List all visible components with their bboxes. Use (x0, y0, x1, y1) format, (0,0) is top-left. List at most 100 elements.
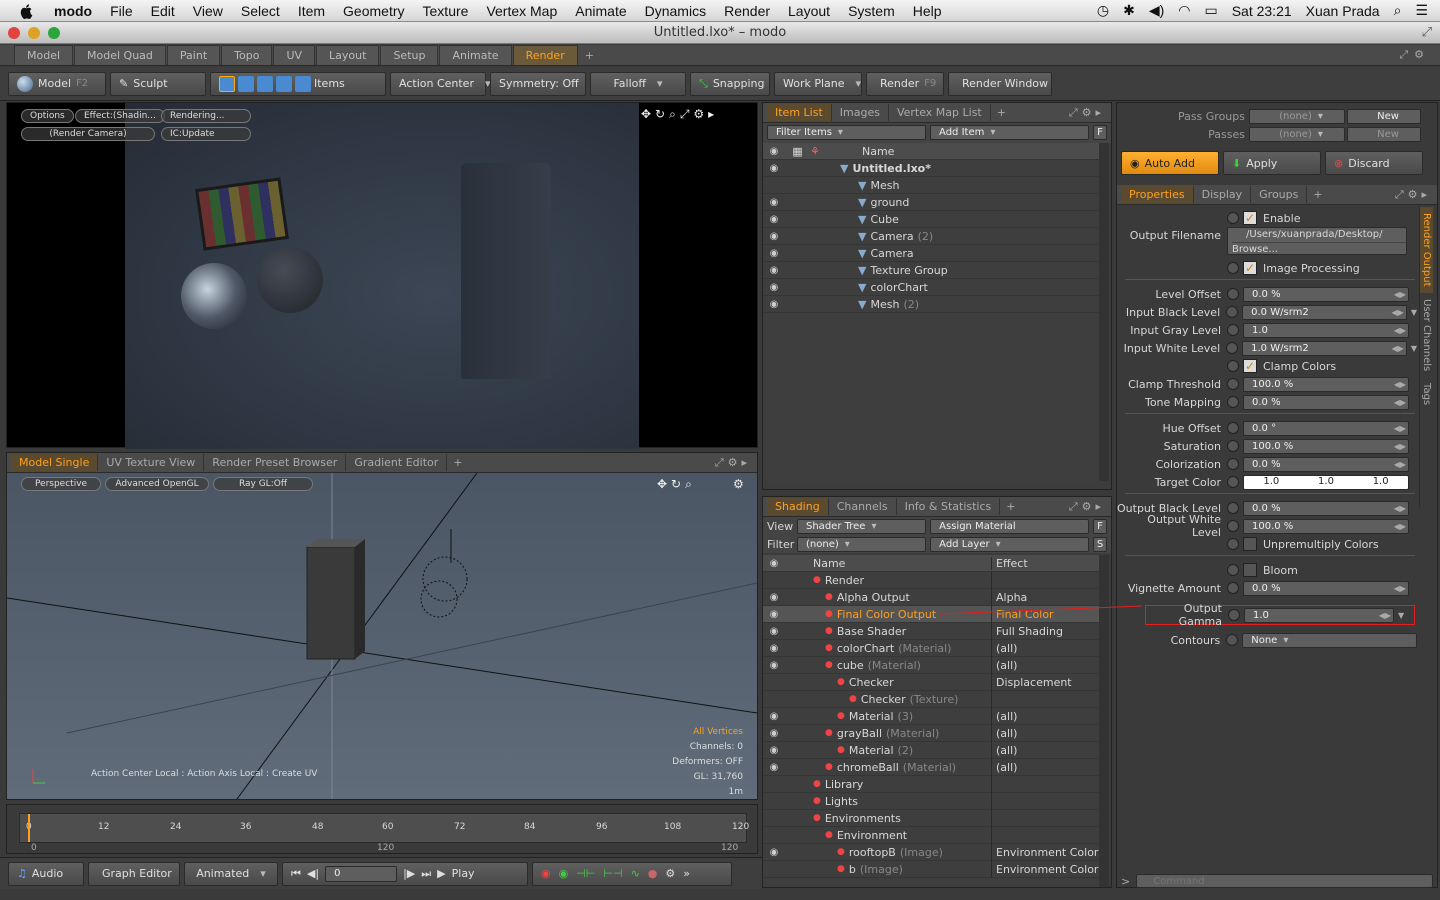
property-field[interactable]: 0.0 % ◀▶ (1243, 500, 1409, 516)
props-options-icon[interactable]: ⤢⚙▸ (1395, 188, 1431, 202)
apply-button[interactable]: ⬇ Apply (1223, 151, 1321, 175)
record-icon[interactable]: ● (648, 867, 658, 880)
property-radio[interactable] (1226, 306, 1239, 318)
add-layer-dropdown[interactable]: Add Layer (930, 536, 1090, 552)
spotlight-icon[interactable]: ⌕ (1394, 2, 1402, 19)
menu-edit[interactable]: Edit (142, 3, 184, 19)
shading-options-icon[interactable]: ⤢⚙▸ (1069, 500, 1105, 514)
clamp-colors-radio[interactable] (1227, 360, 1239, 372)
key-filter-icon[interactable]: ⊢⊣ (603, 867, 622, 880)
visibility-toggle-icon[interactable]: ◉ (763, 197, 785, 208)
battery-icon[interactable]: ▭ (1204, 2, 1217, 19)
visibility-toggle-icon[interactable]: ◉ (763, 214, 785, 225)
shader-scrollbar[interactable] (1099, 555, 1109, 887)
image-processing-checkbox[interactable]: ✓ (1243, 261, 1257, 275)
property-radio[interactable] (1227, 458, 1239, 470)
new-pass-button[interactable]: New (1347, 126, 1421, 142)
contours-radio[interactable] (1226, 634, 1239, 646)
target-color-swatch[interactable]: 1.0 1.0 1.0 (1243, 474, 1409, 490)
property-radio[interactable] (1227, 520, 1239, 532)
shader-visibility-toggle-icon[interactable]: ◉ (763, 762, 785, 773)
property-radio[interactable] (1227, 378, 1239, 390)
filter-toggle[interactable]: F (1093, 125, 1107, 140)
tab-model-single[interactable]: Model Single (11, 454, 99, 471)
fullscreen-icon[interactable]: ⤢ (1422, 22, 1432, 44)
set-key-icon[interactable]: ◉ (541, 867, 551, 880)
render-window-button[interactable]: Render Window (948, 71, 1052, 96)
sculpt-button[interactable]: ✎ Sculpt (110, 71, 206, 96)
menu-view[interactable]: View (184, 3, 232, 19)
menu-dynamics[interactable]: Dynamics (636, 3, 715, 19)
shader-tree-row[interactable]: ◉ ● Base Shader Full Shading (763, 622, 1099, 640)
item-list-row[interactable]: ◉ ▼ colorChart (763, 279, 1099, 296)
tab-paint[interactable]: Paint (166, 45, 221, 65)
graph-editor-button[interactable]: Graph Editor (88, 861, 180, 886)
shader-visibility-icon[interactable]: ◉ (763, 558, 785, 569)
shader-tree-row[interactable]: ◉ ● chromeBall (Material) (all) (763, 758, 1099, 776)
tab-info-statistics[interactable]: Info & Statistics (897, 498, 1001, 515)
volume-icon[interactable]: ◀) (1149, 2, 1164, 19)
wifi-icon[interactable]: ◠ (1178, 2, 1190, 19)
clamp-colors-checkbox[interactable]: ✓ (1243, 359, 1257, 373)
time-machine-icon[interactable]: ◷ (1097, 2, 1109, 19)
bloom-radio[interactable] (1227, 564, 1239, 576)
menu-layout[interactable]: Layout (779, 3, 839, 19)
close-window-button[interactable] (8, 27, 20, 39)
shading-filter-toggle[interactable]: F (1093, 518, 1108, 534)
shader-tree-row[interactable]: ● Environments (763, 809, 1099, 827)
property-field[interactable]: 0.0 ° ◀▶ (1243, 420, 1409, 436)
user-name[interactable]: Xuan Prada (1306, 3, 1380, 19)
tab-vertex-map-list[interactable]: Vertex Map List (889, 104, 991, 121)
menu-vertex-map[interactable]: Vertex Map (477, 3, 566, 19)
tab-channels[interactable]: Channels (829, 498, 897, 515)
add-tab-icon[interactable]: + (579, 49, 600, 65)
visibility-icon[interactable]: ◉ (763, 146, 785, 157)
tab-uv-texture-view[interactable]: UV Texture View (98, 454, 205, 471)
property-field[interactable]: 100.0 % ◀▶ (1243, 438, 1409, 454)
unpremultiply-radio[interactable] (1227, 538, 1239, 550)
shader-tree-row[interactable]: ● Checker (Texture) (763, 690, 1099, 708)
menu-item[interactable]: Item (289, 3, 334, 19)
action-center-dropdown[interactable]: Action Center (390, 71, 486, 96)
menu-geometry[interactable]: Geometry (334, 3, 413, 19)
property-radio[interactable] (1227, 422, 1239, 434)
shader-visibility-toggle-icon[interactable]: ◉ (763, 609, 785, 620)
snapping-button[interactable]: ⤡ Snapping (690, 71, 770, 96)
vignette-amount-field[interactable]: 0.0 % ◀▶ (1243, 580, 1409, 596)
contours-dropdown[interactable]: None (1242, 632, 1417, 648)
shader-tree-row[interactable]: ◉ ● Material (3) (all) (763, 707, 1099, 725)
timeline-ruler[interactable]: 0 12 24 36 48 60 72 84 96 108 120 (19, 813, 749, 843)
output-gamma-dropdown-icon[interactable]: ▼ (1398, 611, 1404, 620)
item-list-row[interactable]: ◉ ▼ Texture Group (763, 262, 1099, 279)
pass-groups-dropdown[interactable]: (none) (1249, 108, 1345, 124)
item-list-row[interactable]: ◉ ▼ Mesh (2) (763, 296, 1099, 313)
playhead[interactable] (28, 814, 30, 842)
polygon-mode-icon[interactable] (257, 75, 273, 92)
timeline[interactable]: 0 12 24 36 48 60 72 84 96 108 120 0 120 … (6, 804, 758, 854)
property-field[interactable]: 0.0 W/srm2 ◀▶ (1242, 304, 1407, 320)
shader-visibility-toggle-icon[interactable]: ◉ (763, 745, 785, 756)
side-tab-render-output[interactable]: Render Output (1420, 207, 1433, 293)
add-panel-tab-icon[interactable]: + (447, 456, 468, 469)
bluetooth-icon[interactable]: ✱ (1123, 2, 1135, 19)
item-list-row[interactable]: ◉ ▼ Cube (763, 211, 1099, 228)
tab-render[interactable]: Render (512, 45, 578, 65)
app-menu[interactable]: modo (50, 3, 101, 19)
shader-tree-row[interactable]: ● b (Image) Environment Color (763, 860, 1099, 878)
last-frame-icon[interactable]: ⏭ (421, 867, 431, 881)
rendering-button[interactable]: Rendering... (161, 109, 251, 123)
item-list-row[interactable]: ◉ ▼ Camera (2) (763, 228, 1099, 245)
render-button[interactable]: Render F9 (866, 71, 944, 96)
property-field[interactable]: 100.0 % ◀▶ (1243, 376, 1409, 392)
visibility-toggle-icon[interactable]: ◉ (763, 231, 785, 242)
tab-images[interactable]: Images (832, 104, 889, 121)
camera-button[interactable]: (Render Camera) (21, 127, 155, 141)
visibility-toggle-icon[interactable]: ◉ (763, 163, 785, 174)
add-item-tab-icon[interactable]: + (991, 106, 1012, 119)
menu-animate[interactable]: Animate (566, 3, 635, 19)
target-color-radio[interactable] (1227, 476, 1239, 488)
property-radio[interactable] (1227, 396, 1239, 408)
tab-model-quad[interactable]: Model Quad (74, 45, 166, 65)
shader-visibility-toggle-icon[interactable]: ◉ (763, 592, 785, 603)
options-button[interactable]: Options (21, 109, 74, 123)
